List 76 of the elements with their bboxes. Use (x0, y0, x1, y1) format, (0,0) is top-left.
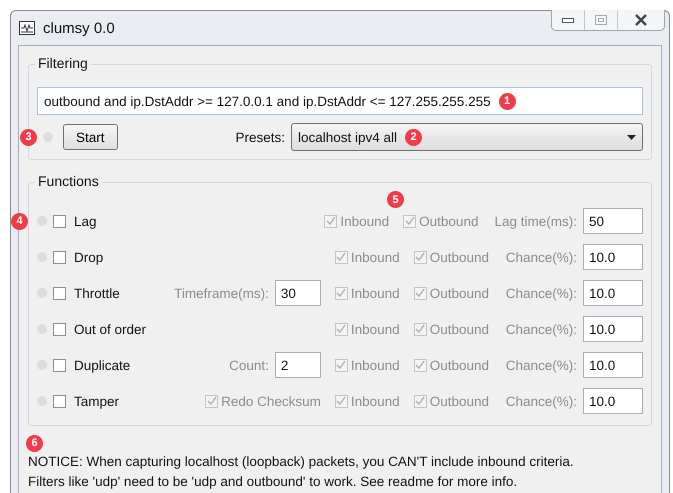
filter-field[interactable]: outbound and ip.DstAddr >= 127.0.0.1 and ip.DstAddr <= 127.255.255.255 1 (37, 87, 643, 115)
notice-text: Filters like 'udp' need to be 'udp and outbound' to work. See readme for more info. (28, 473, 518, 491)
parameter-field[interactable]: 10.0 (583, 316, 643, 342)
checkbox-label: Inbound (350, 250, 400, 264)
checkbox-label: Inbound (350, 286, 400, 300)
enable-checkbox[interactable] (53, 286, 66, 300)
checkbox-label: Outbound (430, 358, 489, 372)
checkbox-label: Outbound (430, 322, 489, 336)
function-name: Duplicate (74, 358, 130, 372)
function-name: Tamper (74, 394, 120, 408)
parameter-label: Chance(%): (505, 322, 577, 336)
checkbox-label: Inbound (350, 394, 400, 408)
parameter-field[interactable]: 50 (583, 208, 643, 234)
outbound-checkbox[interactable] (403, 214, 416, 228)
group-title: Functions (35, 173, 102, 189)
inbound-checkbox[interactable] (334, 250, 348, 264)
inbound-checkbox[interactable] (334, 322, 348, 336)
annotation-badge: 3 (20, 128, 37, 146)
parameter-field[interactable]: 10.0 (583, 280, 643, 306)
annotation-badge: 4 (11, 212, 28, 230)
outbound-checkbox[interactable] (414, 322, 427, 336)
function-name: Drop (74, 250, 104, 264)
outbound-checkbox[interactable] (414, 250, 427, 264)
parameter-label: Timeframe(ms): (174, 286, 269, 300)
group-title: Filtering (35, 55, 91, 71)
parameter-field[interactable]: 30 (274, 280, 321, 306)
parameter-label: Lag time(ms): (494, 214, 577, 228)
inbound-checkbox[interactable] (334, 394, 348, 408)
filter-text: outbound and ip.DstAddr >= 127.0.0.1 and ip.DstAddr <= 127.255.255.255 (44, 94, 491, 108)
outbound-checkbox[interactable] (414, 358, 427, 372)
parameter-label: Chance(%): (505, 358, 577, 372)
parameter-field[interactable]: 10.0 (583, 388, 643, 414)
annotation-badge: 1 (498, 92, 516, 110)
window-title: clumsy 0.0 (43, 20, 115, 36)
maximize-icon (595, 15, 607, 25)
checkbox-label: Outbound (419, 214, 478, 228)
function-name: Lag (74, 214, 97, 228)
parameter-field[interactable]: 10.0 (583, 244, 643, 270)
enable-checkbox[interactable] (53, 358, 66, 372)
enable-checkbox[interactable] (53, 250, 66, 264)
parameter-label: Chance(%): (505, 250, 577, 264)
inbound-checkbox[interactable] (334, 358, 348, 372)
presets-label: Presets: (235, 130, 285, 144)
parameter-field[interactable]: 10.0 (583, 352, 643, 378)
enable-checkbox[interactable] (53, 214, 66, 228)
annotation-badge: 5 (387, 191, 404, 208)
outbound-checkbox[interactable] (414, 394, 427, 408)
checkbox-label: Outbound (430, 250, 489, 264)
close-icon (634, 14, 648, 26)
start-button[interactable]: Start (63, 124, 118, 150)
parameter-label: Chance(%): (505, 394, 577, 408)
inbound-checkbox[interactable] (334, 286, 348, 300)
presets-dropdown[interactable]: localhost ipv4 all 2 (291, 123, 643, 151)
checkbox-label: Outbound (430, 286, 489, 300)
minimize-icon (562, 17, 574, 23)
checkbox-label: Outbound (430, 394, 489, 408)
caret-icon (627, 134, 636, 140)
enable-checkbox[interactable] (53, 322, 66, 336)
parameter-label: Count: (229, 358, 269, 372)
function-name: Throttle (74, 286, 120, 300)
enable-checkbox[interactable] (53, 394, 66, 408)
outbound-checkbox[interactable] (414, 286, 427, 300)
function-name: Out of order (74, 322, 146, 336)
preset-value: localhost ipv4 all (298, 130, 398, 144)
waveform-icon (19, 21, 35, 35)
checkbox-label: Inbound (350, 322, 400, 336)
annotation-badge: 2 (405, 128, 422, 146)
parameter-field[interactable]: 2 (274, 352, 321, 378)
checkbox-label: Inbound (350, 358, 400, 372)
checkbox-label: Redo Checksum (221, 394, 321, 408)
checkbox-label: Inbound (340, 214, 390, 228)
redo-checksum-checkbox[interactable] (205, 394, 218, 408)
annotation-badge: 6 (26, 434, 43, 452)
inbound-checkbox[interactable] (324, 214, 338, 228)
parameter-label: Chance(%): (505, 286, 577, 300)
notice-text: NOTICE: When capturing localhost (loopback) packets, you CAN'T include inbound criteria. (28, 453, 575, 471)
